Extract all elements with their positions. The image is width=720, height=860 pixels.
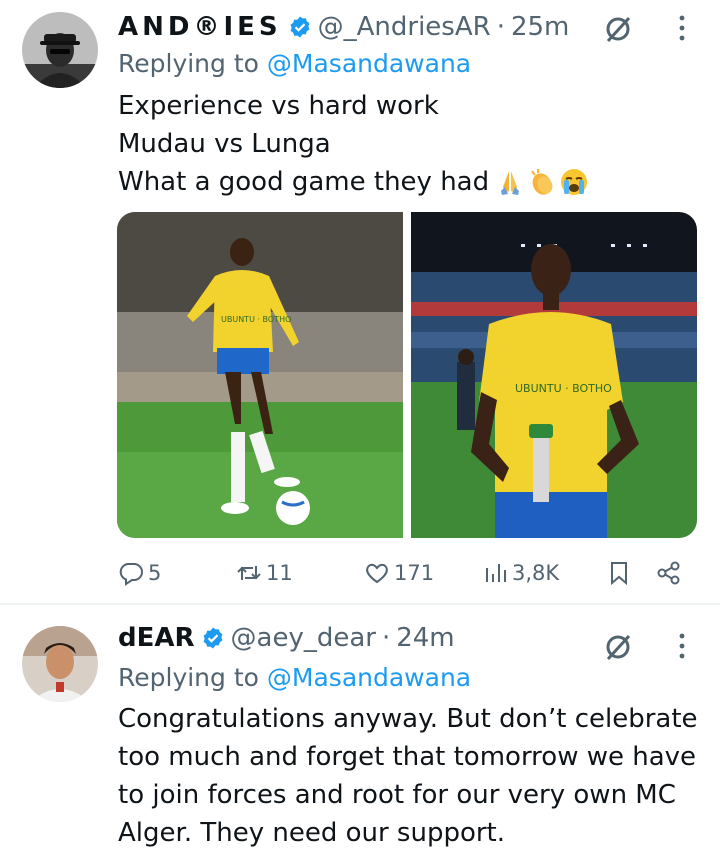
avatar[interactable] xyxy=(22,626,98,702)
handle[interactable]: @_AndriesAR xyxy=(318,12,491,42)
reply-icon xyxy=(119,563,143,586)
avatar[interactable] xyxy=(22,12,98,88)
replying-prefix: Replying to xyxy=(118,663,259,692)
tweet-header: AND®IES @_AndriesAR · 25m xyxy=(118,9,569,45)
timestamp[interactable]: 24m xyxy=(396,623,454,653)
replying-to: Replying to @Masandawana xyxy=(118,663,471,692)
grok-icon[interactable] xyxy=(603,632,633,662)
repost-button[interactable]: 11 xyxy=(236,556,293,590)
tweet-text-line: Mudau vs Lunga xyxy=(118,129,331,159)
media-photo[interactable]: UBUNTU · BOTHO xyxy=(117,212,403,538)
more-icon[interactable] xyxy=(677,632,687,660)
display-name[interactable]: AND®IES xyxy=(118,12,282,42)
reply-button[interactable]: 5 xyxy=(118,556,161,590)
separator: · xyxy=(496,12,505,42)
kit-text: UBUNTU · BOTHO xyxy=(221,315,291,324)
more-icon[interactable] xyxy=(677,14,687,42)
tweet-text: What a good game they had xyxy=(118,167,490,197)
action-bar: 5 11 171 3,8K xyxy=(118,556,698,590)
views-icon xyxy=(486,564,506,582)
tweet-text-line: Alger. They need our support. xyxy=(118,818,506,848)
tweet-header: dEAR @aey_dear · 24m xyxy=(118,620,455,656)
separator: · xyxy=(381,623,391,653)
bookmark-button[interactable] xyxy=(606,556,636,590)
replying-prefix: Replying to xyxy=(118,49,259,78)
kit-text: UBUNTU · BOTHO xyxy=(515,382,612,395)
share-button[interactable] xyxy=(656,556,686,590)
views-button[interactable]: 3,8K xyxy=(482,556,559,590)
loudly-crying-face-emoji-icon xyxy=(561,169,588,195)
replying-mention[interactable]: @Masandawana xyxy=(267,49,471,78)
like-button[interactable]: 171 xyxy=(364,556,434,590)
repost-count: 11 xyxy=(266,561,293,585)
views-count: 3,8K xyxy=(512,561,560,585)
share-icon xyxy=(657,561,680,585)
repost-icon xyxy=(237,566,261,580)
display-name[interactable]: dEAR xyxy=(118,623,195,653)
tweet-text-line: Congratulations anyway. But don’t celebr… xyxy=(118,704,698,734)
media-grid: UBUNTU · BOTHO UBUNTU · BOTHO xyxy=(117,212,697,538)
reply-count: 5 xyxy=(148,561,162,585)
timestamp[interactable]: 25m xyxy=(511,12,569,42)
tweet-text-line: Experience vs hard work xyxy=(118,91,439,121)
tweet-divider xyxy=(0,603,720,605)
verified-badge-icon xyxy=(290,16,310,38)
tweet[interactable]: dEAR @aey_dear · 24m Replying to @Masand… xyxy=(0,606,720,860)
tweet[interactable]: AND®IES @_AndriesAR · 25m Replying to @M… xyxy=(0,0,720,604)
media-photo[interactable]: UBUNTU · BOTHO xyxy=(411,212,697,538)
tweet-text-line-with-emoji: What a good game they had xyxy=(118,163,589,201)
clapping-hands-emoji-icon xyxy=(531,169,553,195)
like-count: 171 xyxy=(394,561,435,585)
handle[interactable]: @aey_dear xyxy=(231,623,376,653)
verified-badge-icon xyxy=(203,627,222,649)
replying-mention[interactable]: @Masandawana xyxy=(267,663,471,692)
bookmark-icon xyxy=(611,562,627,586)
folded-hands-emoji-icon xyxy=(501,171,520,195)
like-icon xyxy=(366,563,388,584)
replying-to: Replying to @Masandawana xyxy=(118,49,471,78)
grok-icon[interactable] xyxy=(603,14,633,44)
tweet-text-line: to join forces and root for our very own… xyxy=(118,780,676,810)
tweet-text-line: too much and forget that tomorrow we hav… xyxy=(118,742,697,772)
